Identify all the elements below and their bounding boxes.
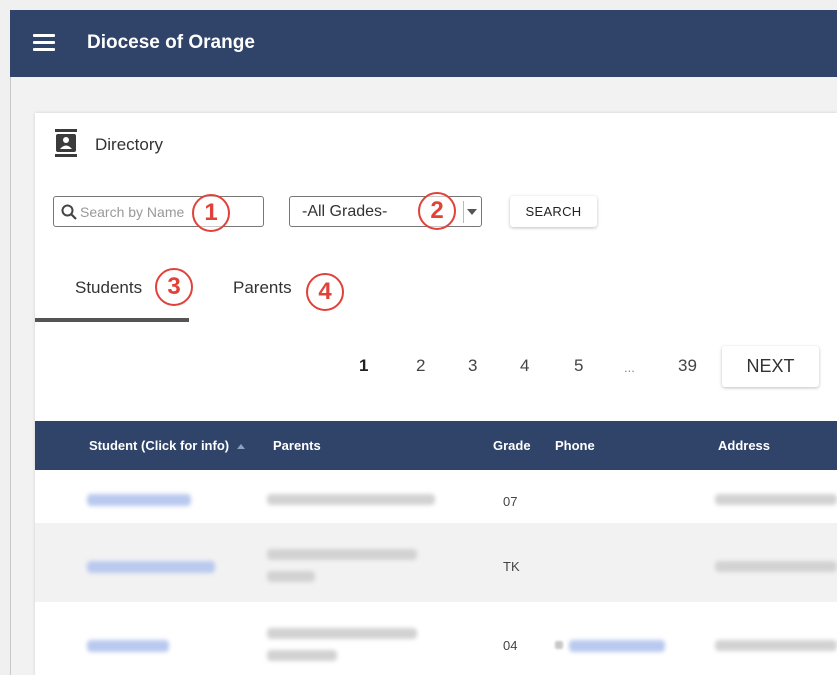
search-icon — [61, 204, 77, 220]
address-redacted — [715, 561, 837, 572]
search-field[interactable] — [53, 196, 264, 227]
page-5[interactable]: 5 — [574, 356, 583, 376]
grade-cell: TK — [503, 559, 520, 574]
phone-icon — [555, 641, 563, 649]
address-redacted — [715, 640, 837, 651]
parents-redacted-line-1 — [267, 628, 417, 639]
table-row: 04 — [35, 602, 837, 675]
parents-redacted-line-1 — [267, 549, 417, 560]
page-1[interactable]: 1 — [359, 356, 368, 376]
parents-redacted-line-2 — [267, 571, 315, 582]
page-3[interactable]: 3 — [468, 356, 477, 376]
page-ellipsis: ... — [624, 360, 635, 375]
address-redacted — [715, 494, 837, 505]
grade-cell: 07 — [503, 494, 518, 509]
student-name-link-redacted[interactable] — [87, 494, 191, 506]
callout-badge-2: 2 — [418, 192, 456, 230]
sort-ascending-icon — [237, 444, 246, 450]
next-page-button[interactable]: NEXT — [722, 346, 819, 387]
parents-redacted — [267, 494, 435, 505]
page-2[interactable]: 2 — [416, 356, 425, 376]
column-header-phone: Phone — [555, 438, 595, 453]
parents-redacted-line-2 — [267, 650, 337, 661]
callout-badge-3: 3 — [155, 268, 193, 306]
grade-select-value: -All Grades- — [302, 202, 388, 220]
directory-title: Directory — [95, 135, 164, 154]
contact-book-icon — [55, 129, 77, 157]
student-name-link-redacted[interactable] — [87, 561, 215, 573]
tab-students[interactable]: Students — [75, 278, 142, 298]
app-top-bar: Diocese of Orange — [10, 10, 837, 77]
table-header: Student (Click for info) Parents Grade P… — [35, 421, 837, 470]
column-header-parents: Parents — [273, 438, 321, 453]
active-tab-indicator — [35, 318, 189, 322]
phone-link-redacted[interactable] — [569, 640, 665, 652]
dropdown-caret-icon — [467, 209, 477, 215]
callout-badge-1: 1 — [192, 194, 230, 232]
column-header-student[interactable]: Student (Click for info) — [89, 438, 246, 453]
grade-cell: 04 — [503, 638, 518, 653]
page-4[interactable]: 4 — [520, 356, 529, 376]
callout-badge-4: 4 — [306, 273, 344, 311]
table-row: 07 — [35, 470, 837, 523]
tab-parents[interactable]: Parents — [233, 278, 292, 298]
menu-icon[interactable] — [33, 34, 55, 52]
student-name-link-redacted[interactable] — [87, 640, 169, 652]
page-39[interactable]: 39 — [678, 356, 697, 376]
column-header-grade: Grade — [493, 438, 531, 453]
select-divider — [463, 201, 464, 223]
column-header-address: Address — [718, 438, 771, 453]
table-row: TK — [35, 523, 837, 602]
search-button[interactable]: SEARCH — [510, 196, 597, 227]
app-title: Diocese of Orange — [87, 32, 255, 53]
